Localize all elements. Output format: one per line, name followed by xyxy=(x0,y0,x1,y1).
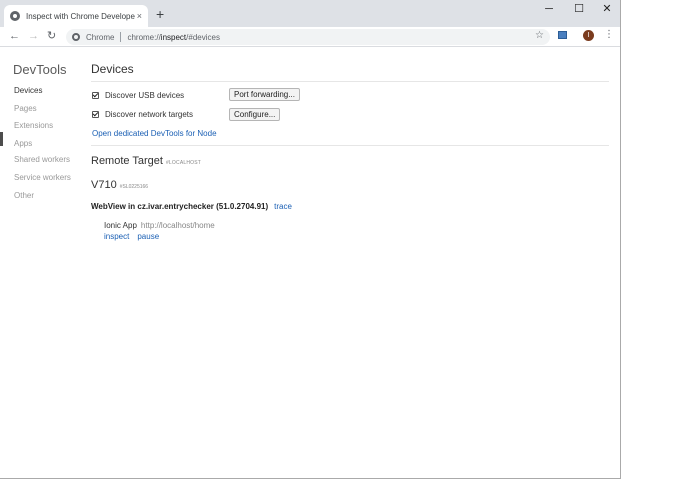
globe-icon xyxy=(10,11,20,21)
new-tab-button[interactable]: + xyxy=(156,6,164,22)
target-row: Ionic App http://localhost/home xyxy=(104,221,215,230)
port-forwarding-button[interactable]: Port forwarding... xyxy=(229,88,300,101)
sidebar-item-other[interactable]: Other xyxy=(14,191,34,200)
toolbar: ← → ↻ Chrome chrome://inspect/#devices ☆ xyxy=(0,27,620,47)
remote-target-heading: Remote Target #LOCALHOST xyxy=(91,155,201,167)
chrome-icon xyxy=(72,33,80,41)
tab-title: Inspect with Chrome Developer T xyxy=(26,11,135,21)
menu-icon[interactable]: ⋮ xyxy=(604,29,614,41)
remote-host: #LOCALHOST xyxy=(165,160,202,166)
bookmark-star-icon[interactable]: ☆ xyxy=(535,30,544,41)
discover-network-label: Discover network targets xyxy=(105,110,194,119)
url-path: /#devices xyxy=(186,32,220,42)
page-title: Devices xyxy=(91,62,134,76)
pause-link[interactable]: pause xyxy=(137,232,159,241)
close-window-button[interactable]: ✕ xyxy=(592,2,620,16)
forward-button[interactable]: → xyxy=(28,29,39,43)
minimize-button[interactable]: ─ xyxy=(534,2,564,16)
discover-usb-row: Discover USB devices xyxy=(92,91,184,100)
extension-icon[interactable] xyxy=(558,31,567,39)
browser-window: Inspect with Chrome Developer T × + ─ ☐ … xyxy=(0,0,621,479)
device-heading: V710 #SL0225166 xyxy=(91,179,148,191)
chip-separator xyxy=(120,32,122,42)
maximize-button[interactable]: ☐ xyxy=(564,2,594,16)
back-button[interactable]: ← xyxy=(9,29,20,43)
open-node-devtools-link[interactable]: Open dedicated DevTools for Node xyxy=(92,129,217,138)
sidebar: DevTools Devices Pages Extensions Apps S… xyxy=(0,48,80,478)
webview-heading: WebView in cz.ivar.entrychecker (51.0.27… xyxy=(91,202,292,211)
sidebar-item-apps[interactable]: Apps xyxy=(14,139,32,148)
tab-close-icon[interactable]: × xyxy=(137,11,142,21)
trace-link[interactable]: trace xyxy=(274,202,292,211)
discover-usb-checkbox[interactable] xyxy=(92,92,99,99)
webview-title: WebView in cz.ivar.entrychecker (51.0.27… xyxy=(91,202,269,211)
sidebar-item-pages[interactable]: Pages xyxy=(14,104,37,113)
target-name: Ionic App xyxy=(104,221,137,230)
sidebar-item-extensions[interactable]: Extensions xyxy=(14,121,53,130)
address-bar[interactable]: Chrome chrome://inspect/#devices ☆ xyxy=(66,29,550,45)
discover-network-checkbox[interactable] xyxy=(92,111,99,118)
active-indicator xyxy=(0,132,3,146)
profile-avatar[interactable]: I xyxy=(583,30,594,41)
discover-usb-label: Discover USB devices xyxy=(105,91,185,100)
divider xyxy=(91,145,609,146)
configure-button[interactable]: Configure... xyxy=(229,108,281,121)
url-host: inspect xyxy=(160,32,187,42)
sidebar-item-service-workers[interactable]: Service workers xyxy=(14,173,71,182)
device-name: V710 xyxy=(91,179,117,191)
sidebar-item-shared-workers[interactable]: Shared workers xyxy=(14,155,70,164)
site-chip: Chrome xyxy=(86,32,115,42)
device-serial: #SL0225166 xyxy=(119,184,149,190)
sidebar-title: DevTools xyxy=(13,62,67,77)
reload-button[interactable]: ↻ xyxy=(47,29,56,43)
divider xyxy=(91,81,609,82)
inspect-link[interactable]: inspect xyxy=(104,232,129,241)
discover-network-row: Discover network targets xyxy=(92,110,193,119)
sidebar-item-devices[interactable]: Devices xyxy=(14,86,42,95)
target-url: http://localhost/home xyxy=(140,221,215,230)
title-bar: Inspect with Chrome Developer T × + ─ ☐ … xyxy=(0,0,620,27)
remote-target-title: Remote Target xyxy=(91,155,163,167)
browser-tab[interactable]: Inspect with Chrome Developer T × xyxy=(4,5,148,27)
target-actions: inspect pause xyxy=(104,232,159,241)
url-scheme: chrome:// xyxy=(127,32,161,42)
